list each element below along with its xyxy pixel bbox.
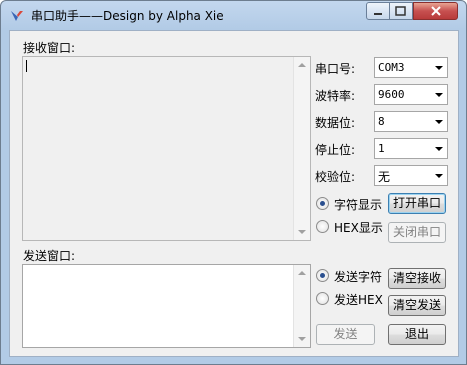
send-hex-label[interactable]: 发送HEX — [334, 291, 383, 308]
chevron-down-icon — [435, 120, 443, 124]
send-label: 发送窗口: — [23, 249, 76, 263]
exit-button[interactable]: 退出 — [388, 324, 446, 345]
send-hex-radio[interactable] — [316, 292, 329, 305]
stopbits-label: 停止位: — [315, 143, 356, 157]
send-scrollbar[interactable] — [293, 265, 310, 347]
chevron-down-icon — [435, 66, 443, 70]
title-bar[interactable]: 串口助手——Design by Alpha Xie — [1, 1, 466, 29]
app-icon — [11, 11, 23, 21]
receive-label: 接收窗口: — [23, 41, 76, 55]
baud-label: 波特率: — [315, 89, 356, 103]
window-title: 串口助手——Design by Alpha Xie — [31, 9, 224, 23]
databits-label: 数据位: — [315, 116, 356, 130]
close-button[interactable] — [413, 2, 458, 20]
maximize-icon — [395, 6, 406, 16]
close-port-button[interactable]: 关闭串口 — [388, 222, 446, 243]
text-cursor — [26, 60, 27, 72]
scroll-down-icon[interactable] — [298, 337, 306, 341]
port-label: 串口号: — [315, 62, 356, 76]
receive-scrollbar[interactable] — [293, 57, 310, 240]
send-button[interactable]: 发送 — [316, 324, 375, 345]
chevron-down-icon — [435, 174, 443, 178]
main-window: 串口助手——Design by Alpha Xie 接收窗口: 串口号: COM… — [0, 0, 467, 365]
receive-textarea[interactable] — [22, 56, 311, 241]
databits-select[interactable]: 8 — [374, 111, 448, 132]
stopbits-value: 1 — [378, 142, 385, 155]
parity-value: 无 — [378, 170, 391, 184]
display-hex-label[interactable]: HEX显示 — [334, 219, 383, 236]
parity-label: 校验位: — [315, 170, 356, 184]
port-select[interactable]: COM3 — [374, 57, 448, 78]
parity-select[interactable]: 无 — [374, 165, 448, 186]
clear-receive-button[interactable]: 清空接收 — [388, 268, 446, 289]
client-area: 接收窗口: 串口号: COM3 波特率: 9600 数据位: 8 停止位: 1 — [9, 30, 459, 357]
stopbits-select[interactable]: 1 — [374, 138, 448, 159]
scroll-down-icon[interactable] — [298, 230, 306, 234]
display-char-label[interactable]: 字符显示 — [334, 196, 382, 213]
send-textarea[interactable] — [22, 264, 311, 348]
maximize-button[interactable] — [390, 2, 413, 20]
display-hex-radio[interactable] — [316, 220, 329, 233]
scroll-up-icon[interactable] — [298, 63, 306, 67]
port-value: COM3 — [378, 61, 405, 74]
send-char-label[interactable]: 发送字符 — [334, 268, 382, 285]
chevron-down-icon — [435, 147, 443, 151]
baud-value: 9600 — [378, 88, 405, 101]
databits-value: 8 — [378, 115, 385, 128]
display-char-radio[interactable] — [316, 197, 329, 210]
minimize-icon — [374, 13, 382, 15]
chevron-down-icon — [435, 93, 443, 97]
close-icon — [431, 6, 441, 16]
clear-send-button[interactable]: 清空发送 — [388, 295, 446, 316]
baud-select[interactable]: 9600 — [374, 84, 448, 105]
open-port-button[interactable]: 打开串口 — [388, 193, 446, 214]
scroll-up-icon[interactable] — [298, 271, 306, 275]
minimize-button[interactable] — [366, 2, 390, 20]
send-char-radio[interactable] — [316, 269, 329, 282]
